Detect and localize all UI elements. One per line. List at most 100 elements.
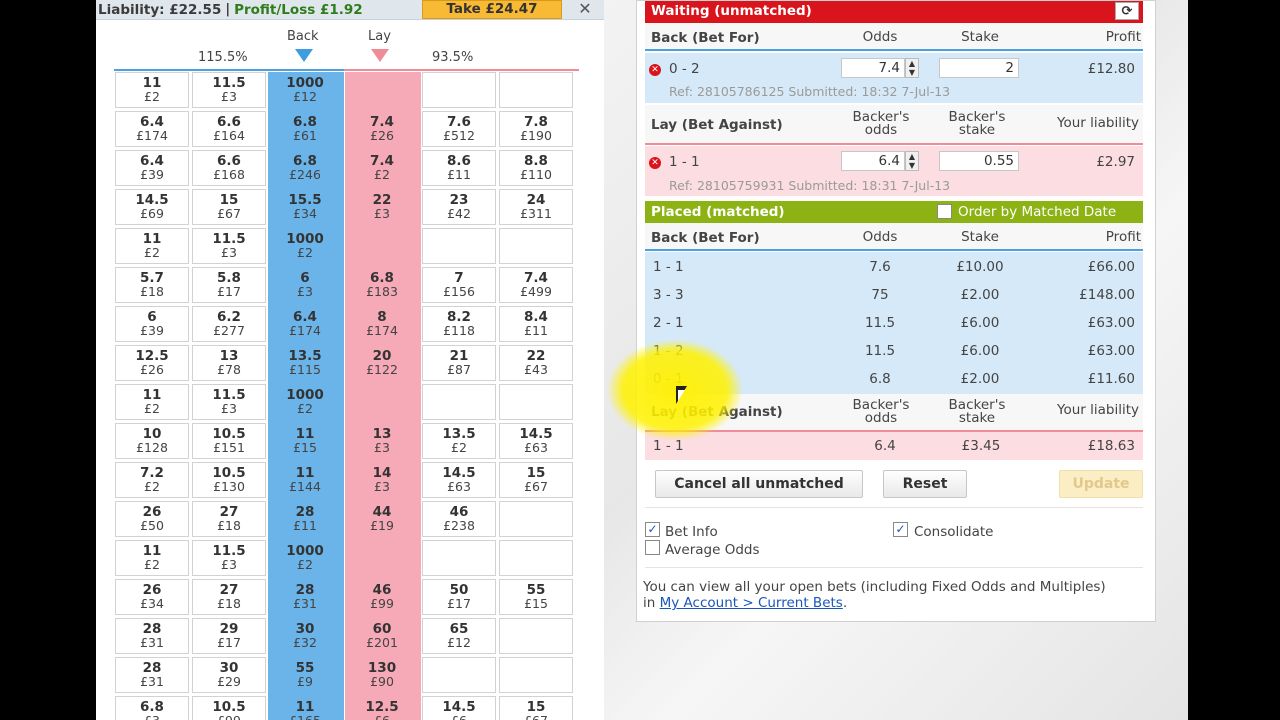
ladder-cell[interactable] [345, 228, 419, 264]
ladder-cell[interactable] [345, 72, 419, 108]
ladder-cell[interactable]: 44 £19 [345, 501, 419, 537]
ladder-cell[interactable]: 10 £128 [115, 423, 189, 459]
odds-stepper[interactable]: ▲ ▼ [905, 58, 919, 78]
ladder-cell[interactable]: 12.5£6 [345, 696, 419, 720]
ladder-cell[interactable]: 1000 £2 [268, 540, 342, 576]
ladder-cell[interactable]: 7.8 £190 [499, 111, 573, 147]
ladder-cell[interactable]: 12.5 £26 [115, 345, 189, 381]
ladder-cell[interactable]: 8 £174 [345, 306, 419, 342]
ladder-cell[interactable]: 11 £144 [268, 462, 342, 498]
cancel-all-unmatched-button[interactable]: Cancel all unmatched [655, 470, 863, 498]
stake-input[interactable]: 2 [939, 58, 1019, 78]
ladder-cell[interactable] [499, 72, 573, 108]
ladder-cell[interactable]: 13 £78 [192, 345, 266, 381]
ladder-cell[interactable]: 6 £3 [268, 267, 342, 303]
ladder-cell[interactable]: 1000 £2 [268, 384, 342, 420]
ladder-cell[interactable]: 1000 £12 [268, 72, 342, 108]
consolidate-checkbox[interactable]: ✓ [893, 522, 908, 537]
ladder-cell[interactable] [422, 657, 496, 693]
ladder-cell[interactable]: 28 £31 [115, 657, 189, 693]
refresh-icon[interactable]: ⟳ [1115, 2, 1139, 20]
ladder-cell[interactable]: 7.4 £499 [499, 267, 573, 303]
ladder-cell[interactable]: 5.8 £17 [192, 267, 266, 303]
ladder-cell[interactable]: 6.4 £174 [115, 111, 189, 147]
ladder-cell[interactable]: 27 £18 [192, 579, 266, 615]
ladder-cell[interactable] [422, 228, 496, 264]
ladder-cell[interactable] [422, 540, 496, 576]
average-odds-checkbox[interactable] [645, 540, 660, 555]
ladder-cell[interactable]: 22 £3 [345, 189, 419, 225]
ladder-cell[interactable]: 6.8 £183 [345, 267, 419, 303]
stake-input[interactable]: 0.55 [939, 151, 1019, 171]
ladder-cell[interactable]: 8.8 £110 [499, 150, 573, 186]
ladder-cell[interactable]: 11 £2 [115, 540, 189, 576]
ladder-cell[interactable]: 46 £99 [345, 579, 419, 615]
ladder-cell[interactable]: 6.6 £164 [192, 111, 266, 147]
ladder-cell[interactable]: 65 £12 [422, 618, 496, 654]
cancel-bet-icon[interactable]: ✕ [649, 64, 661, 76]
ladder-cell[interactable]: 6.8 £246 [268, 150, 342, 186]
ladder-cell[interactable]: 1000 £2 [268, 228, 342, 264]
ladder-cell[interactable]: 28 £11 [268, 501, 342, 537]
ladder-cell[interactable]: 5.7 £18 [115, 267, 189, 303]
ladder-cell[interactable]: 10.5 £130 [192, 462, 266, 498]
ladder-cell[interactable]: 26 £34 [115, 579, 189, 615]
ladder-cell[interactable]: 11 £15 [268, 423, 342, 459]
ladder-cell[interactable]: 30 £29 [192, 657, 266, 693]
ladder-cell[interactable]: 28 £31 [268, 579, 342, 615]
ladder-cell[interactable]: 15£67 [499, 696, 573, 720]
ladder-cell[interactable]: 13.5 £2 [422, 423, 496, 459]
ladder-cell[interactable]: 50 £17 [422, 579, 496, 615]
ladder-cell[interactable]: 14 £3 [345, 462, 419, 498]
ladder-cell[interactable]: 15£67 [499, 462, 573, 498]
ladder-cell[interactable]: 8.6 £11 [422, 150, 496, 186]
ladder-cell[interactable]: 11.5 £3 [192, 540, 266, 576]
ladder-cell[interactable] [499, 540, 573, 576]
ladder-cell[interactable]: 26 £50 [115, 501, 189, 537]
ladder-cell[interactable] [499, 618, 573, 654]
ladder-cell[interactable]: 23 £42 [422, 189, 496, 225]
ladder-cell[interactable]: 11.5 £3 [192, 384, 266, 420]
ladder-cell[interactable]: 14.5 £63 [499, 423, 573, 459]
ladder-cell[interactable]: 7.4 £2 [345, 150, 419, 186]
ladder-cell[interactable]: 7 £156 [422, 267, 496, 303]
ladder-cell[interactable]: 11 £2 [115, 384, 189, 420]
reset-button[interactable]: Reset [883, 470, 967, 498]
odds-stepper[interactable]: ▲ ▼ [905, 151, 919, 171]
ladder-cell[interactable]: 28 £31 [115, 618, 189, 654]
ladder-cell[interactable]: 6 £39 [115, 306, 189, 342]
ladder-cell[interactable]: 6.2 £277 [192, 306, 266, 342]
ladder-cell[interactable] [422, 384, 496, 420]
ladder-cell[interactable]: 6.6 £168 [192, 150, 266, 186]
ladder-cell[interactable]: 11.5 £3 [192, 228, 266, 264]
ladder-cell[interactable]: 15.5 £34 [268, 189, 342, 225]
ladder-cell[interactable]: 11 £2 [115, 72, 189, 108]
ladder-cell[interactable]: 13.5 £115 [268, 345, 342, 381]
ladder-cell[interactable]: 22 £43 [499, 345, 573, 381]
ladder-cell[interactable]: 21 £87 [422, 345, 496, 381]
ladder-cell[interactable] [345, 540, 419, 576]
take-profit-button[interactable]: Take £24.47 [422, 0, 562, 19]
ladder-cell[interactable]: 8.4 £11 [499, 306, 573, 342]
ladder-cell[interactable]: 46 £238 [422, 501, 496, 537]
ladder-cell[interactable]: 6.4 £39 [115, 150, 189, 186]
ladder-cell[interactable]: 14.5 £63 [422, 462, 496, 498]
ladder-cell[interactable]: 11£165 [268, 696, 342, 720]
ladder-cell[interactable] [499, 228, 573, 264]
ladder-cell[interactable]: 55 £9 [268, 657, 342, 693]
ladder-cell[interactable]: 130 £90 [345, 657, 419, 693]
ladder-cell[interactable]: 14.5 £69 [115, 189, 189, 225]
cancel-bet-icon[interactable]: ✕ [649, 157, 661, 169]
ladder-cell[interactable]: 11 £2 [115, 228, 189, 264]
ladder-cell[interactable]: 30 £32 [268, 618, 342, 654]
ladder-cell[interactable]: 10.5 £151 [192, 423, 266, 459]
ladder-cell[interactable]: 27 £18 [192, 501, 266, 537]
ladder-cell[interactable]: 20 £122 [345, 345, 419, 381]
odds-input[interactable]: 7.4 [841, 58, 905, 78]
ladder-cell[interactable] [422, 72, 496, 108]
ladder-cell[interactable] [499, 657, 573, 693]
ladder-cell[interactable]: 7.2 £2 [115, 462, 189, 498]
ladder-cell[interactable]: 7.6 £512 [422, 111, 496, 147]
ladder-cell[interactable] [499, 384, 573, 420]
ladder-cell[interactable]: 8.2 £118 [422, 306, 496, 342]
